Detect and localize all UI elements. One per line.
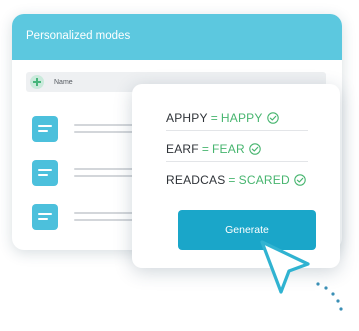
equals-sign: = (228, 173, 236, 187)
word-pair: EARF = FEAR (166, 142, 261, 156)
solved-word: FEAR (212, 142, 245, 156)
scrambled-word: READCAS (166, 173, 226, 187)
scrambled-word: EARF (166, 142, 199, 156)
equals-sign: = (210, 111, 218, 125)
solved-word: SCARED (238, 173, 290, 187)
list-icon-line (38, 174, 48, 176)
list-icon-line (38, 169, 52, 171)
list-icon-line (38, 213, 52, 215)
word-pair: APHPY = HAPPY (166, 111, 279, 125)
equals-sign: = (201, 142, 210, 156)
word-pair: READCAS = SCARED (166, 173, 306, 187)
mode-item-icon[interactable] (32, 116, 58, 142)
solved-word: HAPPY (220, 111, 263, 125)
check-circle-icon (249, 143, 261, 155)
mode-item-icon[interactable] (32, 160, 58, 186)
name-column-label: Name (54, 78, 73, 86)
list-icon-line (38, 130, 48, 132)
check-circle-icon (266, 112, 279, 124)
divider (166, 161, 308, 162)
mode-item-icon[interactable] (32, 204, 58, 230)
panel-header: Personalized modes (12, 14, 342, 60)
add-icon[interactable] (30, 75, 44, 89)
divider (166, 130, 308, 131)
list-icon-line (38, 218, 48, 220)
list-icon-line (38, 125, 52, 127)
scrambled-word: APHPY (166, 111, 208, 125)
panel-title: Personalized modes (26, 30, 131, 42)
pointer-cursor-icon (260, 240, 343, 311)
check-circle-icon (294, 174, 306, 186)
